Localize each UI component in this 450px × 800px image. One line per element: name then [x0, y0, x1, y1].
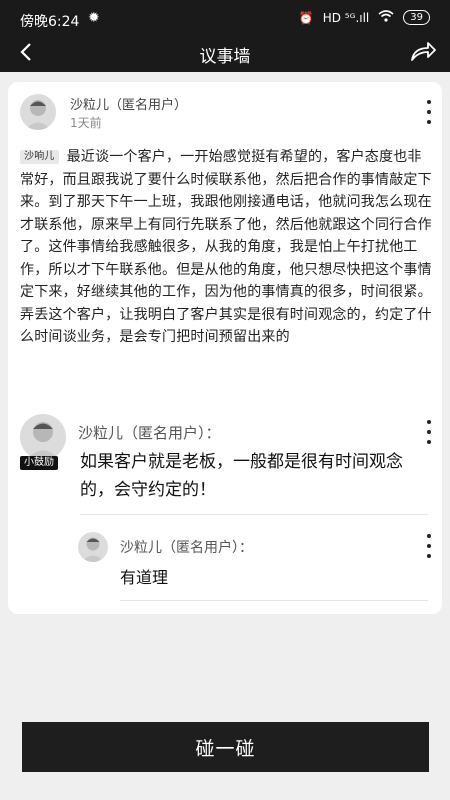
- top-bar: 傍晚6:24 ✹ ⏰ HD ⁵ᴳ.ıll 39 议事墙: [0, 0, 450, 72]
- post-author: 沙粒儿（匿名用户）: [70, 98, 188, 113]
- network-indicator: HD ⁵ᴳ.ıll: [322, 10, 370, 25]
- divider: [120, 600, 428, 601]
- wifi-icon: [378, 10, 394, 25]
- post-content-text: 最近谈一个客户，一开始感觉挺有希望的，客户态度也非常好，而且跟我说了要什么时候联…: [20, 149, 432, 345]
- post-content: 沙响儿 最近谈一个客户，一开始感觉挺有希望的，客户态度也非常好，而且跟我说了要什么…: [20, 146, 432, 349]
- page-title: 议事墙: [199, 47, 251, 67]
- comment-more-icon[interactable]: [424, 420, 434, 444]
- bump-button[interactable]: 碰一碰: [22, 722, 429, 772]
- battery-indicator: 39: [403, 10, 430, 25]
- status-bar: 傍晚6:24 ✹ ⏰ HD ⁵ᴳ.ıll 39: [0, 0, 450, 36]
- reply-more-icon[interactable]: [424, 534, 434, 558]
- comment-badge: 小鼓励: [20, 456, 58, 470]
- post-time: 1天前: [70, 116, 102, 130]
- avatar: [20, 94, 56, 130]
- post-more-icon[interactable]: [424, 100, 434, 124]
- gear-icon: ✹: [88, 10, 100, 26]
- share-icon[interactable]: [408, 38, 438, 66]
- reply-avatar: [78, 532, 108, 562]
- status-time: 傍晚6:24: [20, 14, 80, 30]
- comment-content: 如果客户就是老板，一般都是很有时间观念的，会守约定的！: [80, 452, 403, 500]
- post-tag: 沙响儿: [20, 150, 59, 164]
- reply-author: 沙粒儿（匿名用户）：: [120, 540, 253, 556]
- comment-avatar: [20, 414, 66, 460]
- reply-content: 有道理: [120, 568, 169, 587]
- status-icons: ⏰ HD ⁵ᴳ.ıll 39: [299, 10, 430, 25]
- nav-bar: 议事墙: [0, 36, 450, 72]
- divider: [80, 514, 428, 515]
- alarm-icon: ⏰: [298, 10, 314, 25]
- comment-author: 沙粒儿（匿名用户）：: [78, 424, 221, 442]
- post-card: 沙粒儿（匿名用户） 1天前 沙响儿 最近谈一个客户，一开始感觉挺有希望的，客户态度…: [8, 82, 442, 614]
